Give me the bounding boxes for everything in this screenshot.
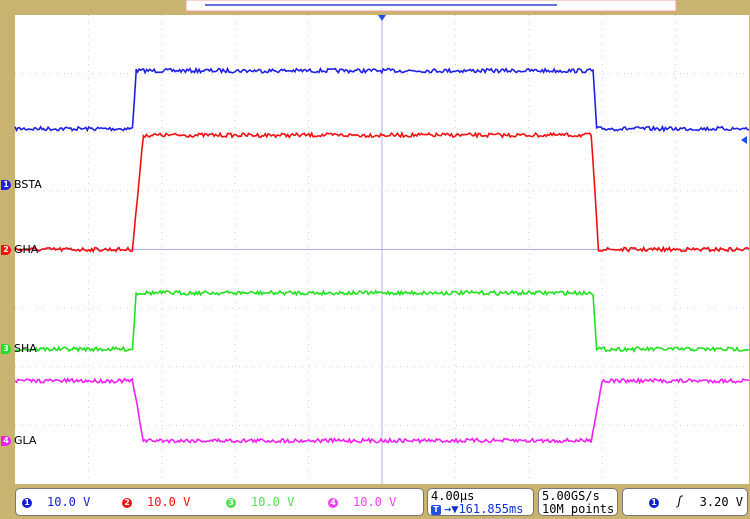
timebase-panel[interactable]: 4.00µs T →▼161.855ms <box>427 488 534 516</box>
trigger-icon: T <box>431 505 441 515</box>
rising-edge-icon: ʃ <box>676 494 684 508</box>
oscilloscope-display <box>14 0 750 484</box>
channel-scale-panel[interactable]: 1 10.0 V 2 10.0 V 3 10.0 V 4 10.0 V <box>15 488 424 516</box>
trigger-panel[interactable]: 1 ʃ 3.20 V <box>622 488 748 516</box>
ch1-scale: 1 10.0 V <box>22 495 90 509</box>
channel-label-gha[interactable]: 2 GHA <box>1 243 38 256</box>
record-length: 10M points <box>542 502 615 516</box>
acquisition-panel[interactable]: 5.00GS/s 10M points <box>538 488 618 516</box>
sample-rate: 5.00GS/s <box>542 489 600 503</box>
channel-name: GLA <box>14 433 37 447</box>
trigger-level: 3.20 V <box>699 495 743 509</box>
trigger-position: T →▼161.855ms <box>431 502 523 516</box>
channel-marker: 4 <box>1 435 11 446</box>
channel-marker: 1 <box>1 180 11 190</box>
channel-name: GHA <box>14 242 39 256</box>
channel-label-gla[interactable]: 4 GLA <box>1 434 36 447</box>
channel-label-sha[interactable]: 3 SHA <box>1 342 37 355</box>
channel-marker: 2 <box>1 244 11 255</box>
ch4-scale: 4 10.0 V <box>328 495 396 509</box>
trigger-source: 1 <box>649 495 662 509</box>
channel-name: SHA <box>14 342 37 356</box>
ch3-scale: 3 10.0 V <box>226 495 294 509</box>
channel-name: BSTA <box>14 178 42 191</box>
timebase-value: 4.00µs <box>431 489 475 503</box>
channel-label-bsta[interactable]: 1 BSTA <box>1 178 42 191</box>
channel-marker: 3 <box>1 344 11 355</box>
ch2-scale: 2 10.0 V <box>122 495 190 509</box>
